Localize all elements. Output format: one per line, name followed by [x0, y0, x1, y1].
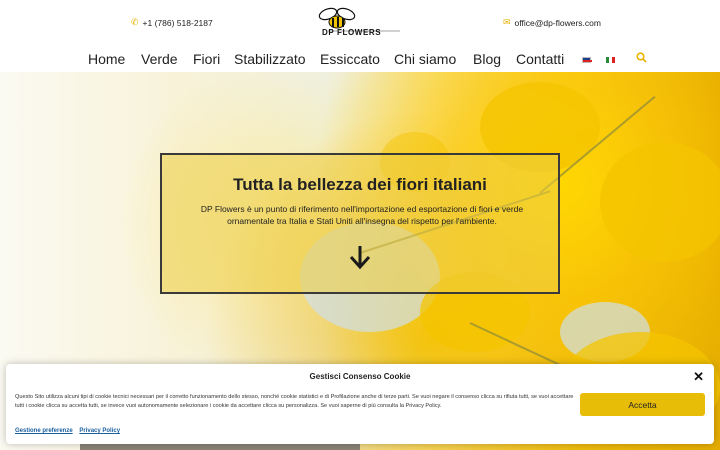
phone-contact[interactable]: ✆ +1 (786) 518-2187 — [131, 17, 213, 28]
top-bar: ✆ +1 (786) 518-2187 DP FLOWERS ✉ office@… — [0, 0, 720, 48]
cookie-title: Gestisci Consenso Cookie — [309, 372, 411, 381]
nav-item-verde[interactable]: Verde — [141, 51, 178, 67]
main-nav: Home Verde Fiori Stabilizzato Essiccato … — [0, 48, 720, 72]
preferences-link[interactable]: Gestione preferenze — [15, 428, 73, 434]
en-flag-icon[interactable] — [582, 57, 592, 63]
logo[interactable]: DP FLOWERS — [314, 6, 404, 42]
logo-text: DP FLOWERS — [322, 28, 382, 37]
email-address[interactable]: office@dp-flowers.com — [515, 18, 601, 28]
phone-icon: ✆ — [131, 17, 139, 27]
cookie-links: Gestione preferenze Privacy Policy — [15, 428, 125, 434]
cookie-text: Questo Sito utilizza alcuni tipi di cook… — [15, 394, 574, 409]
privacy-policy-link[interactable]: Privacy Policy — [79, 428, 120, 434]
email-icon: ✉ — [503, 17, 511, 27]
it-flag-icon[interactable] — [606, 57, 615, 63]
nav-item-chi-siamo[interactable]: Chi siamo — [394, 51, 456, 67]
nav-item-essiccato[interactable]: Essiccato — [320, 51, 380, 67]
content-image-peek — [80, 444, 360, 450]
hero-description: DP Flowers è un punto di riferimento nel… — [200, 204, 524, 226]
search-icon[interactable] — [636, 52, 647, 66]
phone-number[interactable]: +1 (786) 518-2187 — [143, 18, 213, 28]
nav-item-contatti[interactable]: Contatti — [516, 51, 564, 67]
accept-button[interactable]: Accetta — [580, 393, 705, 416]
nav-item-stabilizzato[interactable]: Stabilizzato — [234, 51, 306, 67]
hero-title: Tutta la bellezza dei fiori italiani — [233, 175, 487, 194]
nav-item-fiori[interactable]: Fiori — [193, 51, 220, 67]
nav-item-blog[interactable]: Blog — [473, 51, 501, 67]
email-contact[interactable]: ✉ office@dp-flowers.com — [503, 17, 601, 28]
arrow-down-icon[interactable] — [348, 243, 372, 271]
cookie-banner: Gestisci Consenso Cookie ✕ Questo Sito u… — [6, 364, 714, 444]
hero-card: Tutta la bellezza dei fiori italiani DP … — [160, 153, 560, 294]
nav-item-home[interactable]: Home — [88, 51, 125, 67]
close-icon[interactable]: ✕ — [693, 369, 704, 385]
